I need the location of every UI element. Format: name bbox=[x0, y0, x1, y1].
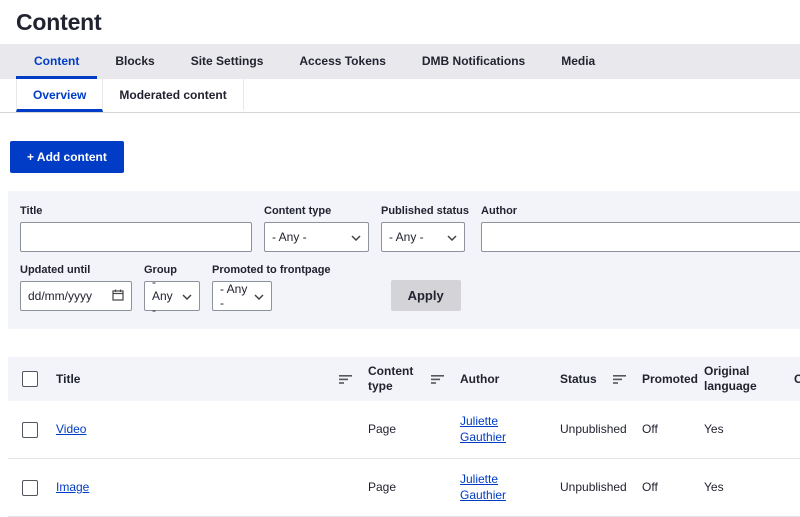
tab-moderated-content[interactable]: Moderated content bbox=[103, 79, 243, 112]
created-column-header: C bbox=[786, 357, 800, 401]
tab-access-tokens[interactable]: Access Tokens bbox=[281, 44, 404, 79]
published-status-select-value: - Any - bbox=[389, 230, 424, 244]
table-header-row: Title Content type Author bbox=[8, 357, 800, 401]
author-link[interactable]: Juliette Gauthier bbox=[460, 414, 506, 444]
author-column-label: Author bbox=[460, 372, 499, 386]
content-type-column-label: Content type bbox=[368, 364, 425, 394]
created-column-label: C bbox=[794, 372, 800, 386]
content-type-cell: Page bbox=[360, 459, 452, 517]
title-filter-field: Title bbox=[20, 205, 252, 252]
tab-blocks[interactable]: Blocks bbox=[97, 44, 172, 79]
chevron-down-icon bbox=[351, 230, 361, 244]
apply-button[interactable]: Apply bbox=[391, 280, 461, 311]
date-input-value: dd/mm/yyyy bbox=[28, 289, 92, 303]
page-title: Content bbox=[16, 9, 784, 36]
title-column-label: Title bbox=[56, 372, 80, 387]
content-title-link[interactable]: Image bbox=[56, 480, 89, 494]
row-select-cell bbox=[8, 459, 48, 517]
select-all-header-cell bbox=[8, 357, 48, 401]
published-status-filter-label: Published status bbox=[381, 205, 469, 217]
content-title-link[interactable]: Video bbox=[56, 422, 86, 436]
content-table: Title Content type Author bbox=[8, 357, 800, 517]
table-row: Image Page Juliette Gauthier Unpublished… bbox=[8, 459, 800, 517]
content-type-cell: Page bbox=[360, 401, 452, 459]
author-filter-input[interactable] bbox=[481, 222, 800, 252]
filters-panel: Title Content type - Any - Published sta… bbox=[8, 191, 800, 329]
status-cell: Unpublished bbox=[552, 459, 634, 517]
content-type-select-value: - Any - bbox=[272, 230, 307, 244]
updated-until-date-input[interactable]: dd/mm/yyyy bbox=[20, 281, 132, 311]
promoted-filter-label: Promoted to frontpage bbox=[212, 264, 331, 276]
row-checkbox[interactable] bbox=[22, 422, 38, 438]
tab-media[interactable]: Media bbox=[543, 44, 613, 79]
original-language-cell: Yes bbox=[696, 401, 786, 459]
content-type-column-header: Content type bbox=[360, 357, 452, 401]
author-cell: Juliette Gauthier bbox=[452, 459, 552, 517]
promoted-column-label: Promoted bbox=[642, 372, 698, 386]
sort-icon[interactable] bbox=[613, 375, 626, 384]
author-column-header: Author bbox=[452, 357, 552, 401]
author-filter-field: Author bbox=[481, 205, 800, 252]
original-language-cell: Yes bbox=[696, 459, 786, 517]
chevron-down-icon bbox=[254, 289, 264, 303]
sort-icon[interactable] bbox=[431, 375, 444, 384]
sort-icon[interactable] bbox=[339, 375, 352, 384]
author-filter-label: Author bbox=[481, 205, 800, 217]
chevron-down-icon bbox=[182, 289, 192, 303]
status-cell: Unpublished bbox=[552, 401, 634, 459]
original-language-column-header: Original language bbox=[696, 357, 786, 401]
group-select-value: - Any - bbox=[152, 275, 176, 317]
add-content-button[interactable]: + Add content bbox=[10, 141, 124, 173]
tab-dmb-notifications[interactable]: DMB Notifications bbox=[404, 44, 543, 79]
filter-row-1: Title Content type - Any - Published sta… bbox=[20, 205, 800, 252]
calendar-icon[interactable] bbox=[112, 289, 124, 304]
group-filter-field: Group - Any - bbox=[144, 264, 200, 311]
created-cell: 0 1 bbox=[786, 459, 800, 517]
table-row: Video Page Juliette Gauthier Unpublished… bbox=[8, 401, 800, 459]
title-filter-label: Title bbox=[20, 205, 252, 217]
published-status-select[interactable]: - Any - bbox=[381, 222, 465, 252]
row-select-cell bbox=[8, 401, 48, 459]
status-column-header: Status bbox=[552, 357, 634, 401]
promoted-cell: Off bbox=[634, 459, 696, 517]
content-type-filter-field: Content type - Any - bbox=[264, 205, 369, 252]
chevron-down-icon bbox=[447, 230, 457, 244]
title-cell: Image bbox=[48, 459, 360, 517]
row-checkbox[interactable] bbox=[22, 480, 38, 496]
author-link[interactable]: Juliette Gauthier bbox=[460, 472, 506, 502]
promoted-column-header: Promoted bbox=[634, 357, 696, 401]
secondary-tabs: Overview Moderated content bbox=[0, 79, 800, 113]
group-select[interactable]: - Any - bbox=[144, 281, 200, 311]
promoted-filter-field: Promoted to frontpage - Any - bbox=[212, 264, 331, 311]
updated-until-filter-label: Updated until bbox=[20, 264, 132, 276]
published-status-filter-field: Published status - Any - bbox=[381, 205, 469, 252]
primary-tabs: Content Blocks Site Settings Access Toke… bbox=[0, 44, 800, 79]
promoted-select[interactable]: - Any - bbox=[212, 281, 272, 311]
tab-overview[interactable]: Overview bbox=[16, 79, 103, 112]
updated-until-filter-field: Updated until dd/mm/yyyy bbox=[20, 264, 132, 311]
filter-row-2: Updated until dd/mm/yyyy Group - Any - bbox=[20, 264, 800, 311]
original-language-column-label: Original language bbox=[704, 364, 757, 393]
status-column-label: Status bbox=[560, 372, 597, 387]
promoted-select-value: - Any - bbox=[220, 282, 248, 310]
promoted-cell: Off bbox=[634, 401, 696, 459]
select-all-checkbox[interactable] bbox=[22, 371, 38, 387]
title-column-header: Title bbox=[48, 357, 360, 401]
title-cell: Video bbox=[48, 401, 360, 459]
title-filter-input[interactable] bbox=[20, 222, 252, 252]
author-cell: Juliette Gauthier bbox=[452, 401, 552, 459]
created-cell: 0 1 bbox=[786, 401, 800, 459]
content-type-filter-label: Content type bbox=[264, 205, 369, 217]
tab-site-settings[interactable]: Site Settings bbox=[173, 44, 282, 79]
tab-content[interactable]: Content bbox=[16, 44, 97, 79]
content-type-select[interactable]: - Any - bbox=[264, 222, 369, 252]
